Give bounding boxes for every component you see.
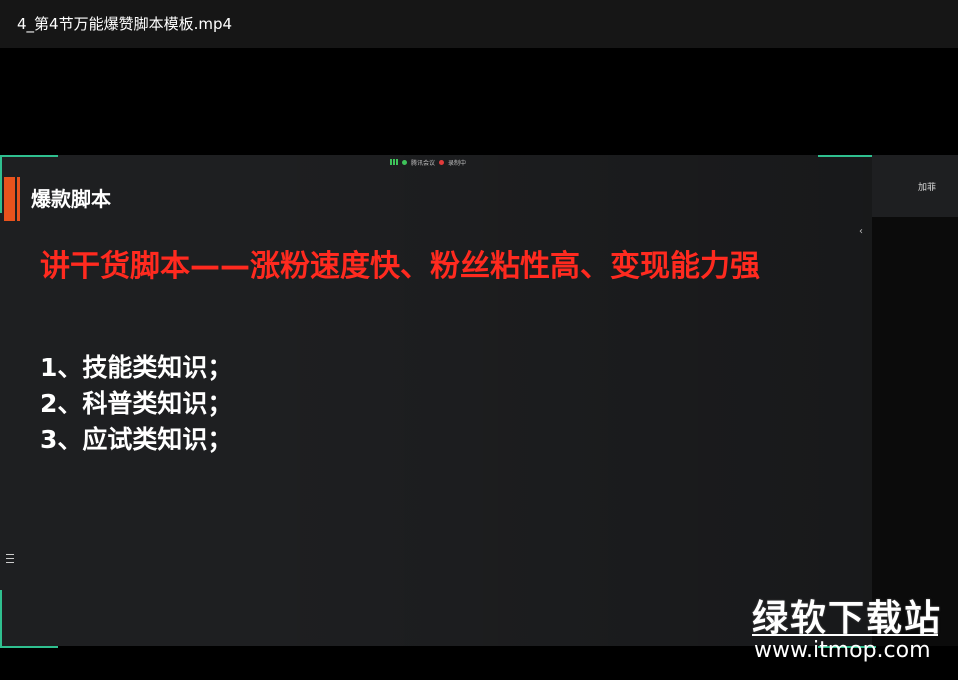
frame-corner-bottom-left <box>0 590 58 648</box>
player-titlebar: 4_第4节万能爆赞脚本模板.mp4 <box>0 0 958 48</box>
frame-corner-top-right <box>818 155 876 213</box>
slide-list: 1、技能类知识； 2、科普类知识； 3、应试类知识； <box>40 350 232 458</box>
watermark-divider <box>752 634 938 636</box>
chevron-left-icon[interactable]: ‹ <box>859 226 863 237</box>
slide-main-line: 讲干货脚本——涨粉速度快、粉丝粘性高、变现能力强 <box>40 249 760 284</box>
participant-name: 加菲 <box>918 183 937 193</box>
meeting-status-bar: 腾讯会议 录制中 <box>390 158 467 167</box>
list-item: 3、应试类知识； <box>40 425 233 454</box>
list-menu-icon[interactable] <box>6 554 14 563</box>
watermark-url: www.itmop.com <box>754 638 931 663</box>
heading-accent-stripe <box>17 177 20 221</box>
slide-shade <box>250 155 872 646</box>
meeting-status-icon <box>402 159 407 165</box>
list-item: 2、科普类知识； <box>40 389 233 418</box>
slide-heading: 爆款脚本 <box>31 187 111 211</box>
meeting-app-label: 腾讯会议 <box>411 159 436 167</box>
recording-icon <box>439 159 445 165</box>
heading-accent-bar <box>4 177 15 221</box>
participant-panel <box>872 155 958 646</box>
list-item: 1、技能类知识； <box>40 353 233 382</box>
signal-icon <box>390 159 398 165</box>
participant-tile[interactable] <box>872 155 958 217</box>
recording-label: 录制中 <box>448 159 467 167</box>
video-title: 4_第4节万能爆赞脚本模板.mp4 <box>17 15 233 33</box>
